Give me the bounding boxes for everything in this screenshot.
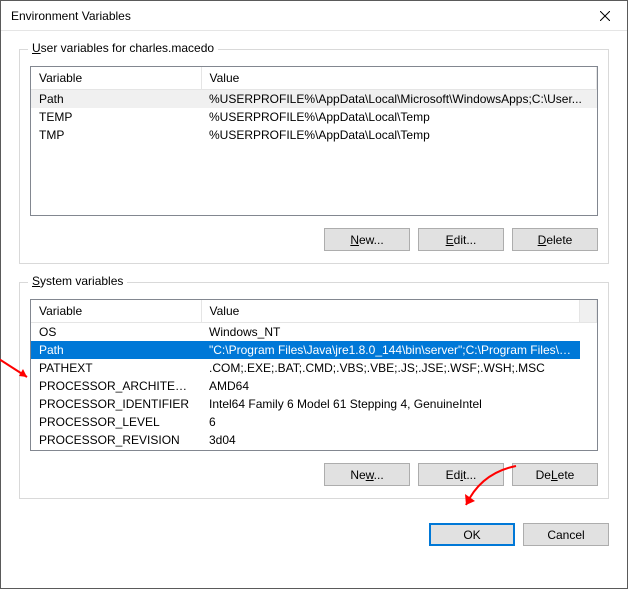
user-variables-group: User variables for charles.macedo Variab…: [19, 49, 609, 264]
system-vars-table-wrap: Variable Value OS Windows_NT Path "C:\Pr…: [30, 299, 598, 451]
user-group-label: User variables for charles.macedo: [28, 41, 218, 55]
window-title: Environment Variables: [11, 9, 582, 23]
table-row[interactable]: PROCESSOR_LEVEL 6: [31, 413, 597, 431]
table-row[interactable]: TMP %USERPROFILE%\AppData\Local\Temp: [31, 126, 597, 144]
table-row[interactable]: PROCESSOR_REVISION 3d04: [31, 431, 597, 449]
system-group-label: System variables: [28, 274, 127, 288]
cancel-button[interactable]: Cancel: [523, 523, 609, 546]
user-col-value[interactable]: Value: [201, 67, 597, 90]
system-new-button[interactable]: New...: [324, 463, 410, 486]
table-row[interactable]: Path %USERPROFILE%\AppData\Local\Microso…: [31, 90, 597, 109]
close-button[interactable]: [582, 1, 627, 31]
user-delete-button[interactable]: Delete: [512, 228, 598, 251]
table-row[interactable]: PATHEXT .COM;.EXE;.BAT;.CMD;.VBS;.VBE;.J…: [31, 359, 597, 377]
table-row[interactable]: OS Windows_NT: [31, 323, 597, 342]
table-row-selected[interactable]: Path "C:\Program Files\Java\jre1.8.0_144…: [31, 341, 597, 359]
sys-col-value[interactable]: Value: [201, 300, 580, 323]
table-row[interactable]: PROCESSOR_IDENTIFIER Intel64 Family 6 Mo…: [31, 395, 597, 413]
user-new-button[interactable]: New...: [324, 228, 410, 251]
close-icon: [600, 11, 610, 21]
system-buttons: New... Edit... DeLete: [30, 463, 598, 486]
table-row[interactable]: PROCESSOR_ARCHITECTURE AMD64: [31, 377, 597, 395]
dialog-footer: OK Cancel: [1, 509, 627, 546]
system-variables-group: System variables Variable Value OS: [19, 282, 609, 499]
user-vars-table-wrap: Variable Value Path %USERPROFILE%\AppDat…: [30, 66, 598, 216]
env-vars-dialog: Environment Variables User variables for…: [0, 0, 628, 589]
scrollbar[interactable]: [580, 300, 597, 323]
sys-col-variable[interactable]: Variable: [31, 300, 201, 323]
user-col-variable[interactable]: Variable: [31, 67, 201, 90]
titlebar: Environment Variables: [1, 1, 627, 31]
table-row[interactable]: TEMP %USERPROFILE%\AppData\Local\Temp: [31, 108, 597, 126]
system-edit-button[interactable]: Edit...: [418, 463, 504, 486]
user-buttons: New... Edit... Delete: [30, 228, 598, 251]
user-edit-button[interactable]: Edit...: [418, 228, 504, 251]
ok-button[interactable]: OK: [429, 523, 515, 546]
user-vars-table[interactable]: Variable Value Path %USERPROFILE%\AppDat…: [31, 67, 597, 144]
system-vars-table[interactable]: Variable Value OS Windows_NT Path "C:\Pr…: [31, 300, 597, 449]
system-delete-button[interactable]: DeLete: [512, 463, 598, 486]
